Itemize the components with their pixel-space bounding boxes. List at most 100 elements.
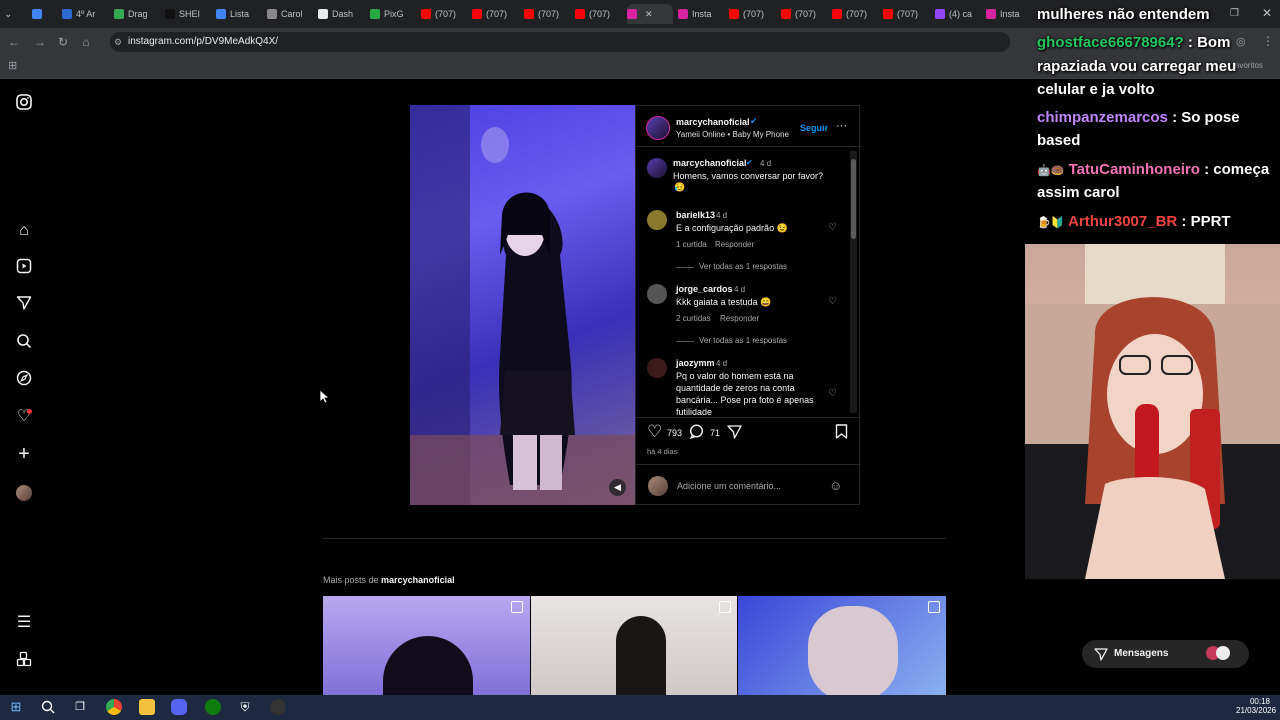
tab-favicon-icon	[678, 9, 688, 19]
audio-toggle-icon[interactable]: ◀	[609, 479, 626, 496]
options-dots-icon[interactable]: ···	[836, 120, 847, 132]
scrollbar-thumb[interactable]	[851, 159, 856, 239]
like-heart-icon[interactable]: ♡	[647, 422, 662, 442]
view-replies-link[interactable]: Ver todas as 1 respostas	[699, 336, 787, 345]
post-media-video[interactable]: ◀	[410, 105, 635, 505]
browser-tab[interactable]: (707)	[472, 4, 518, 24]
emoji-picker-icon[interactable]: ☺	[829, 478, 842, 493]
post-photo	[410, 105, 635, 505]
start-windows-icon[interactable]: ⊞	[8, 699, 24, 715]
comment-like-heart-icon[interactable]: ♡	[828, 296, 837, 307]
home-nav-icon[interactable]: ⌂	[14, 221, 34, 241]
comment-input[interactable]: Adicione um comentário...	[677, 481, 781, 491]
tab-list-button[interactable]: ⌄	[4, 4, 22, 24]
direct-messages-icon[interactable]	[14, 295, 34, 315]
caption-avatar[interactable]	[647, 158, 667, 178]
close-tab-icon[interactable]: ✕	[645, 9, 653, 20]
likes-count[interactable]: 793	[667, 428, 682, 438]
browser-tab[interactable]: (4) ca	[935, 4, 981, 24]
security-shield-icon[interactable]: ⛨	[237, 699, 253, 715]
also-from-meta-icon[interactable]	[14, 651, 34, 671]
create-plus-icon[interactable]: +	[14, 444, 34, 464]
comment-avatar[interactable]	[647, 210, 667, 230]
site-info-icon[interactable]: ⚙	[114, 32, 122, 52]
forward-icon[interactable]: →	[32, 34, 48, 50]
browser-tab[interactable]: Insta	[678, 4, 724, 24]
view-replies-link[interactable]: Ver todas as 1 respostas	[699, 262, 787, 271]
tab-favicon-icon	[165, 9, 175, 19]
comment-likes[interactable]: 2 curtidas	[676, 314, 711, 323]
comment-avatar[interactable]	[647, 284, 667, 304]
browser-tab[interactable]: (707)	[524, 4, 570, 24]
taskbar-clock[interactable]: 00:18 21/03/2026	[1236, 697, 1276, 715]
instagram-logo-icon[interactable]	[14, 94, 34, 114]
browser-tab[interactable]: (707)	[575, 4, 621, 24]
tab-label: (707)	[435, 9, 457, 19]
browser-tab[interactable]: Carol	[267, 4, 313, 24]
more-posts-username[interactable]: marcychanoficial	[381, 575, 455, 585]
xbox-icon[interactable]	[205, 699, 221, 715]
browser-tab[interactable]: (707)	[883, 4, 929, 24]
browser-tab[interactable]: Lista	[216, 4, 262, 24]
browser-tab[interactable]: PixG	[370, 4, 416, 24]
share-send-icon[interactable]	[727, 424, 742, 444]
thread-line	[676, 267, 694, 268]
comments-count[interactable]: 71	[710, 428, 720, 438]
browser-tab[interactable]: ✕	[627, 4, 673, 24]
reply-button[interactable]: Responder	[715, 240, 754, 249]
obs-icon[interactable]	[270, 699, 286, 715]
comment-likes[interactable]: 1 curtida	[676, 240, 707, 249]
caption-text: Homens, vamos conversar por favor?	[673, 171, 824, 181]
comment-bubble-icon[interactable]	[689, 424, 704, 444]
more-post-thumbnail[interactable]	[323, 596, 530, 695]
pinned-tab[interactable]	[32, 4, 46, 24]
chrome-taskbar-icon[interactable]	[106, 699, 122, 715]
more-menu-icon[interactable]: ☰	[14, 613, 34, 633]
reload-icon[interactable]: ↻	[55, 34, 71, 50]
comment-username[interactable]: jaozymm	[676, 358, 715, 368]
author-username[interactable]: marcychanoficial	[676, 117, 750, 127]
home-icon[interactable]: ⌂	[78, 34, 94, 50]
messages-button[interactable]: Mensagens	[1082, 640, 1249, 668]
taskbar-search-icon[interactable]	[40, 699, 56, 715]
browser-tab[interactable]: (707)	[729, 4, 775, 24]
browser-tab[interactable]: Drag	[114, 4, 160, 24]
reels-icon[interactable]	[14, 258, 34, 278]
audio-label[interactable]: Yameii Online • Baby My Phone	[676, 130, 789, 139]
comment-like-heart-icon[interactable]: ♡	[828, 388, 837, 399]
comment-avatar[interactable]	[647, 358, 667, 378]
stream-chat-overlay: mulheres não entendem ghostface66678964?…	[1025, 0, 1280, 244]
apps-grid-icon[interactable]: ⊞	[8, 59, 17, 72]
comment-username[interactable]: barielk13	[676, 210, 715, 220]
tab-label: Insta	[1000, 9, 1020, 19]
comment-username[interactable]: jorge_cardos	[676, 284, 733, 294]
browser-tab[interactable]: (707)	[832, 4, 878, 24]
comment-like-heart-icon[interactable]: ♡	[828, 222, 837, 233]
profile-avatar[interactable]	[16, 485, 32, 501]
discord-icon[interactable]	[171, 699, 187, 715]
browser-tab[interactable]: 4º Ar	[62, 4, 108, 24]
comments-scrollbar[interactable]	[850, 151, 857, 413]
explore-icon[interactable]	[14, 370, 34, 390]
author-avatar[interactable]	[646, 116, 670, 140]
search-icon[interactable]	[14, 333, 34, 353]
divider	[636, 464, 861, 465]
more-post-thumbnail[interactable]	[531, 596, 737, 695]
back-icon[interactable]: ←	[6, 34, 22, 50]
url-field[interactable]: ⚙ instagram.com/p/DV9MeAdkQ4X/	[110, 32, 1010, 52]
file-explorer-icon[interactable]	[139, 699, 155, 715]
browser-tab[interactable]: (707)	[781, 4, 827, 24]
task-view-icon[interactable]: ❐	[72, 699, 88, 715]
notifications-heart-icon[interactable]: ♡	[14, 407, 34, 427]
browser-tab[interactable]: (707)	[421, 4, 467, 24]
caption-username[interactable]: marcychanoficial	[673, 158, 747, 168]
save-bookmark-icon[interactable]	[835, 424, 848, 444]
chat-username: ghostface66678964?	[1037, 34, 1184, 51]
browser-tab[interactable]: SHEI	[165, 4, 211, 24]
chat-line: rapaziada vou carregar meu	[1037, 58, 1236, 75]
browser-tab[interactable]: Dash	[318, 4, 364, 24]
follow-button[interactable]: Seguir	[800, 123, 828, 133]
chat-line: 🍺🔰 Arthur3007_BR : PPRT	[1037, 213, 1231, 230]
more-post-thumbnail[interactable]	[738, 596, 946, 695]
reply-button[interactable]: Responder	[720, 314, 759, 323]
